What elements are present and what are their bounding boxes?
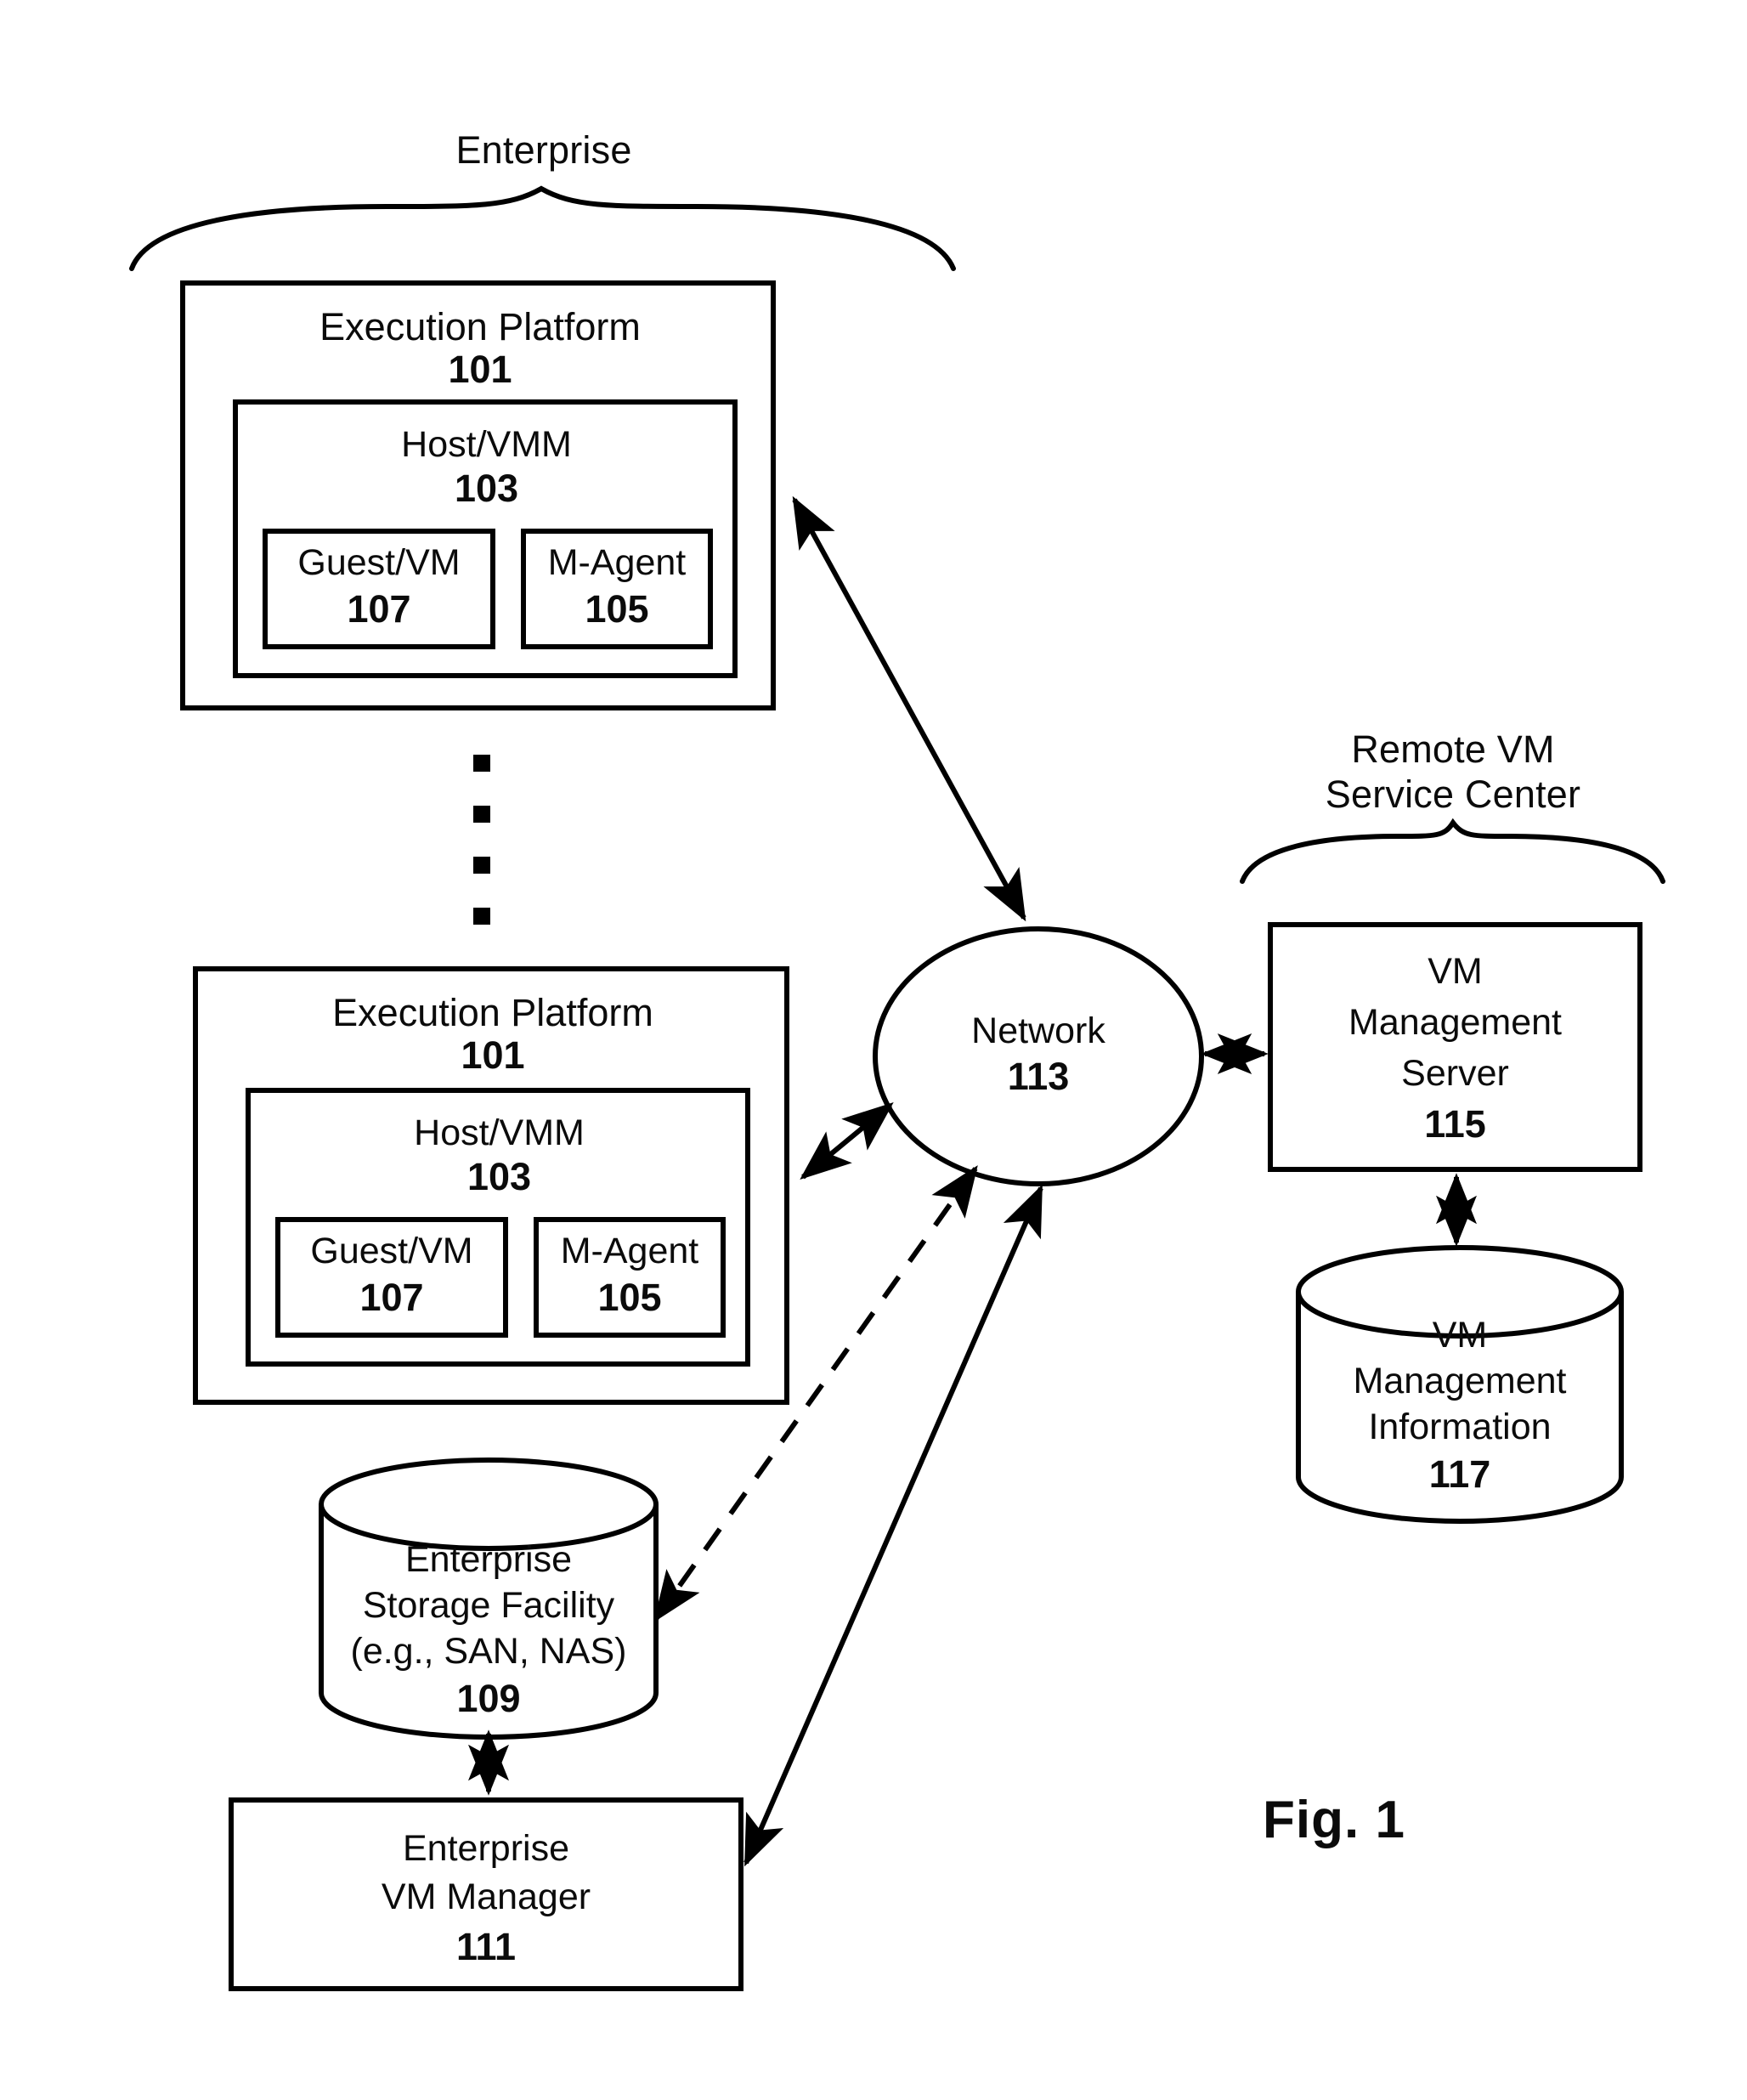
remote-service-center-label-line2: Service Center — [1325, 773, 1581, 816]
enterprise-vm-manager-line2: VM Manager — [381, 1876, 591, 1917]
enterprise-vm-manager-ref: 111 — [455, 1925, 517, 1968]
vm-management-server-line2: Management — [1348, 1002, 1562, 1043]
guest-vm-2-title: Guest/VM — [310, 1231, 473, 1271]
remote-service-center-brace — [1240, 818, 1665, 884]
execution-platform-1-ref: 101 — [448, 348, 512, 391]
connector-network-enterprise-vm-manager — [743, 1184, 1043, 1867]
guest-vm-2-ref: 107 — [359, 1276, 424, 1319]
host-vmm-2-ref: 103 — [466, 1155, 532, 1198]
host-vmm-1-title: Host/VMM — [401, 424, 572, 465]
vm-management-server-line1: VM — [1428, 951, 1483, 992]
figure-label: Fig. 1 — [1263, 1791, 1405, 1849]
m-agent-1-title: M-Agent — [547, 542, 687, 583]
execution-platform-2-ref: 101 — [461, 1033, 525, 1077]
guest-vm-1-title: Guest/VM — [297, 542, 461, 583]
network-ref: 113 — [1007, 1055, 1070, 1098]
execution-platform-1-title: Execution Platform — [319, 305, 641, 348]
m-agent-2-title: M-Agent — [560, 1231, 699, 1271]
storage-facility-ref: 109 — [456, 1677, 521, 1720]
connector-platform2-network — [800, 1101, 894, 1180]
vm-management-information-line1: VM — [1432, 1315, 1488, 1356]
vm-management-information-ref: 117 — [1428, 1452, 1491, 1496]
execution-platform-2-title: Execution Platform — [332, 991, 653, 1034]
guest-vm-1-ref: 107 — [347, 587, 411, 631]
storage-facility-line3: (e.g., SAN, NAS) — [350, 1631, 627, 1672]
network-title: Network — [971, 1010, 1105, 1051]
enterprise-vm-manager-line1: Enterprise — [403, 1828, 569, 1869]
remote-service-center-label-line1: Remote VM — [1351, 727, 1555, 771]
vm-management-information-line3: Information — [1368, 1407, 1552, 1447]
vm-management-server-ref: 115 — [1424, 1102, 1486, 1146]
host-vmm-1-ref: 103 — [454, 467, 519, 510]
enterprise-brace — [129, 185, 956, 271]
host-vmm-2-title: Host/VMM — [414, 1112, 585, 1153]
patent-figure-page: Enterprise Execution Platform 101 Host/V… — [0, 0, 1747, 2100]
storage-facility-line1: Enterprise — [405, 1539, 572, 1580]
connector-platform1-network — [792, 495, 1026, 922]
enterprise-group-label: Enterprise — [455, 128, 632, 172]
vm-management-server-line3: Server — [1401, 1053, 1509, 1094]
vertical-ellipsis — [473, 755, 490, 925]
m-agent-2-ref: 105 — [597, 1276, 662, 1319]
m-agent-1-ref: 105 — [585, 587, 649, 631]
storage-facility-line2: Storage Facility — [362, 1585, 615, 1626]
vm-management-information-line2: Management — [1353, 1361, 1567, 1401]
